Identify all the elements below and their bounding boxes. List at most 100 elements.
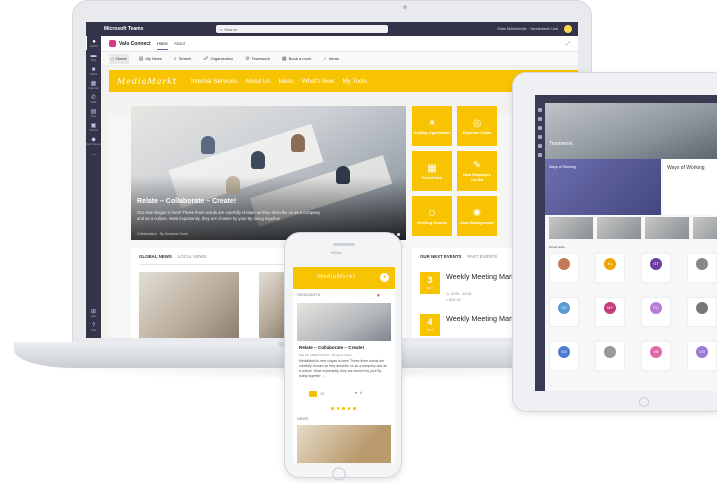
rail-item-teams[interactable]: ■ Teams [86, 64, 101, 78]
tile-expense[interactable]: ◎ Expense Claim [457, 106, 497, 146]
site-logo[interactable]: MediaMarkt [117, 77, 183, 86]
nav-ideas[interactable]: Ideas [279, 78, 294, 85]
tool-icon: ✎ [472, 160, 482, 171]
rail-item-yammer[interactable]: ▣ Yammer [86, 120, 101, 134]
phone-logo[interactable]: MediaMarkt [317, 274, 356, 280]
heart-icon: ♥ [355, 391, 358, 395]
group-site-card[interactable]: SG [549, 341, 579, 371]
tab-about[interactable]: About [174, 38, 185, 49]
teams-app-title: Microsoft Teams [104, 26, 144, 32]
rail-icon[interactable] [538, 117, 542, 121]
tile-label: New Employee Toolkit [462, 172, 492, 182]
cmd-label: My News [145, 56, 162, 61]
group-site-card[interactable]: VO [687, 341, 717, 371]
tablet-section-title: Group Sites [549, 245, 565, 249]
tile-meeting-rooms[interactable]: ☺ Meeting Rooms [412, 196, 452, 236]
rail-item-calendar[interactable]: ▦ Calendar [86, 78, 101, 92]
rail-item-activity[interactable]: ● Activity [86, 36, 101, 50]
cmd-search[interactable]: ⌕ Search [172, 54, 194, 64]
group-site-card[interactable]: MY [595, 297, 625, 327]
group-site-card[interactable] [549, 253, 579, 283]
teams-titlebar: Microsoft Teams ⌕ Search Elias Mühlenhöf… [86, 22, 578, 36]
user-avatar[interactable] [564, 25, 572, 33]
more-apps-icon[interactable]: ··· [86, 148, 101, 162]
heart-button[interactable]: ♥ 6 [355, 391, 362, 395]
tab-next-events[interactable]: OUR NEXT EVENTS [420, 254, 461, 259]
tablet-hero[interactable]: Teamwork [545, 103, 717, 159]
carousel-dot[interactable] [397, 233, 400, 236]
like-button[interactable]: 👍 15 [309, 391, 324, 397]
carousel-dot[interactable] [331, 407, 334, 410]
lightbulb-icon: ♁ [323, 55, 328, 62]
rail-icon[interactable] [538, 126, 542, 130]
cmd-home[interactable]: ⌂ Home [109, 53, 129, 64]
carousel-dot[interactable] [336, 407, 339, 410]
phone-news-image[interactable] [297, 425, 391, 463]
cmd-teamwork[interactable]: ⚙ Teamwork [243, 54, 272, 64]
nav-my-tools[interactable]: My Tools [343, 78, 367, 85]
cmd-ideas[interactable]: ♁ Ideas [321, 54, 341, 64]
ways-of-working-card[interactable]: Ways of Working [545, 159, 661, 215]
tablet-thumbnail[interactable] [645, 217, 689, 239]
tile-idea-management[interactable]: ✺ Idea Management [457, 196, 497, 236]
cmd-my-news[interactable]: ▤ My News [137, 54, 164, 64]
tile-event-hub[interactable]: ▦ Event Hub [412, 151, 452, 191]
group-site-card[interactable]: VE [641, 341, 671, 371]
rail-item-calls[interactable]: ✆ Calls [86, 92, 101, 106]
tab-home[interactable]: Home [156, 38, 168, 50]
hero-meta: Collaboration · By Suzanne Grant [137, 232, 188, 236]
group-site-card[interactable] [687, 297, 717, 327]
app-name: Valo Connect [119, 40, 151, 47]
device-showcase: Microsoft Teams ⌕ Search Elias Mühlenhöf… [0, 0, 717, 483]
rail-icon[interactable] [538, 153, 542, 157]
tab-past-events[interactable]: PAST EVENTS [467, 254, 497, 259]
tablet-home-button[interactable] [639, 397, 649, 407]
tile-toolkit[interactable]: ✎ New Employee Toolkit [457, 151, 497, 191]
group-site-card[interactable] [595, 341, 625, 371]
tab-global-news[interactable]: GLOBAL NEWS [139, 254, 172, 259]
expand-icon[interactable]: ⤢ [566, 41, 570, 47]
carousel-dot[interactable] [342, 407, 345, 410]
rail-icon[interactable] [538, 135, 542, 139]
tablet-thumbnail[interactable] [693, 217, 717, 239]
tab-local-news[interactable]: LOCAL NEWS [178, 254, 207, 259]
group-avatar: PC [650, 302, 662, 314]
tile-holiday[interactable]: ☀ Holiday Application [412, 106, 452, 146]
tablet-thumbnail[interactable] [597, 217, 641, 239]
profile-icon[interactable]: ● [380, 273, 389, 282]
carousel-dot[interactable] [347, 407, 350, 410]
event-time: ◷ 13:00 - 14:00 [446, 292, 472, 296]
carousel-dot[interactable] [353, 407, 356, 410]
rail-item-files[interactable]: ▤ Files [86, 106, 101, 120]
tablet-thumbnail[interactable] [549, 217, 593, 239]
news-card-image[interactable] [139, 272, 239, 338]
nav-about-us[interactable]: About Us [245, 78, 270, 85]
notification-icon[interactable]: ♥ [377, 293, 389, 301]
phone-carousel-dots[interactable] [331, 407, 356, 410]
phone-home-button[interactable] [332, 467, 346, 481]
rail-icon[interactable] [538, 144, 542, 148]
group-site-card[interactable]: PC [641, 297, 671, 327]
cmd-organization[interactable]: ☍ Organization [201, 54, 235, 64]
phone-header: MediaMarkt ● [293, 267, 395, 289]
group-site-card[interactable]: CE [549, 297, 579, 327]
rail-icon[interactable] [538, 108, 542, 112]
group-avatar [696, 258, 708, 270]
event-day: 3 [427, 275, 433, 285]
group-site-card[interactable] [687, 253, 717, 283]
rail-item-help[interactable]: ? Help [86, 320, 101, 334]
nav-internal-services[interactable]: Internal Services [191, 78, 237, 85]
phone-card-title[interactable]: Relate – Collaborate – Create! [299, 345, 364, 350]
group-site-card[interactable]: GT [641, 253, 671, 283]
hero-carousel[interactable]: Relate – Collaborate – Create! Our new s… [131, 106, 406, 240]
teams-search-input[interactable]: ⌕ Search [216, 25, 388, 33]
rail-item-chat[interactable]: ▬ Chat [86, 50, 101, 64]
cmd-book-room[interactable]: ▦ Book a room [280, 54, 313, 64]
group-site-card[interactable]: Ex [595, 253, 625, 283]
rail-item-valo[interactable]: ◆ Valo Connect [86, 134, 101, 148]
rail-item-apps[interactable]: ⊞ Apps [86, 306, 101, 320]
hero-title[interactable]: Relate – Collaborate – Create! [137, 198, 236, 205]
phone-card-image[interactable] [297, 303, 391, 341]
nav-whats-new[interactable]: What's New [302, 78, 335, 85]
tile-label: Idea Management [460, 219, 494, 225]
